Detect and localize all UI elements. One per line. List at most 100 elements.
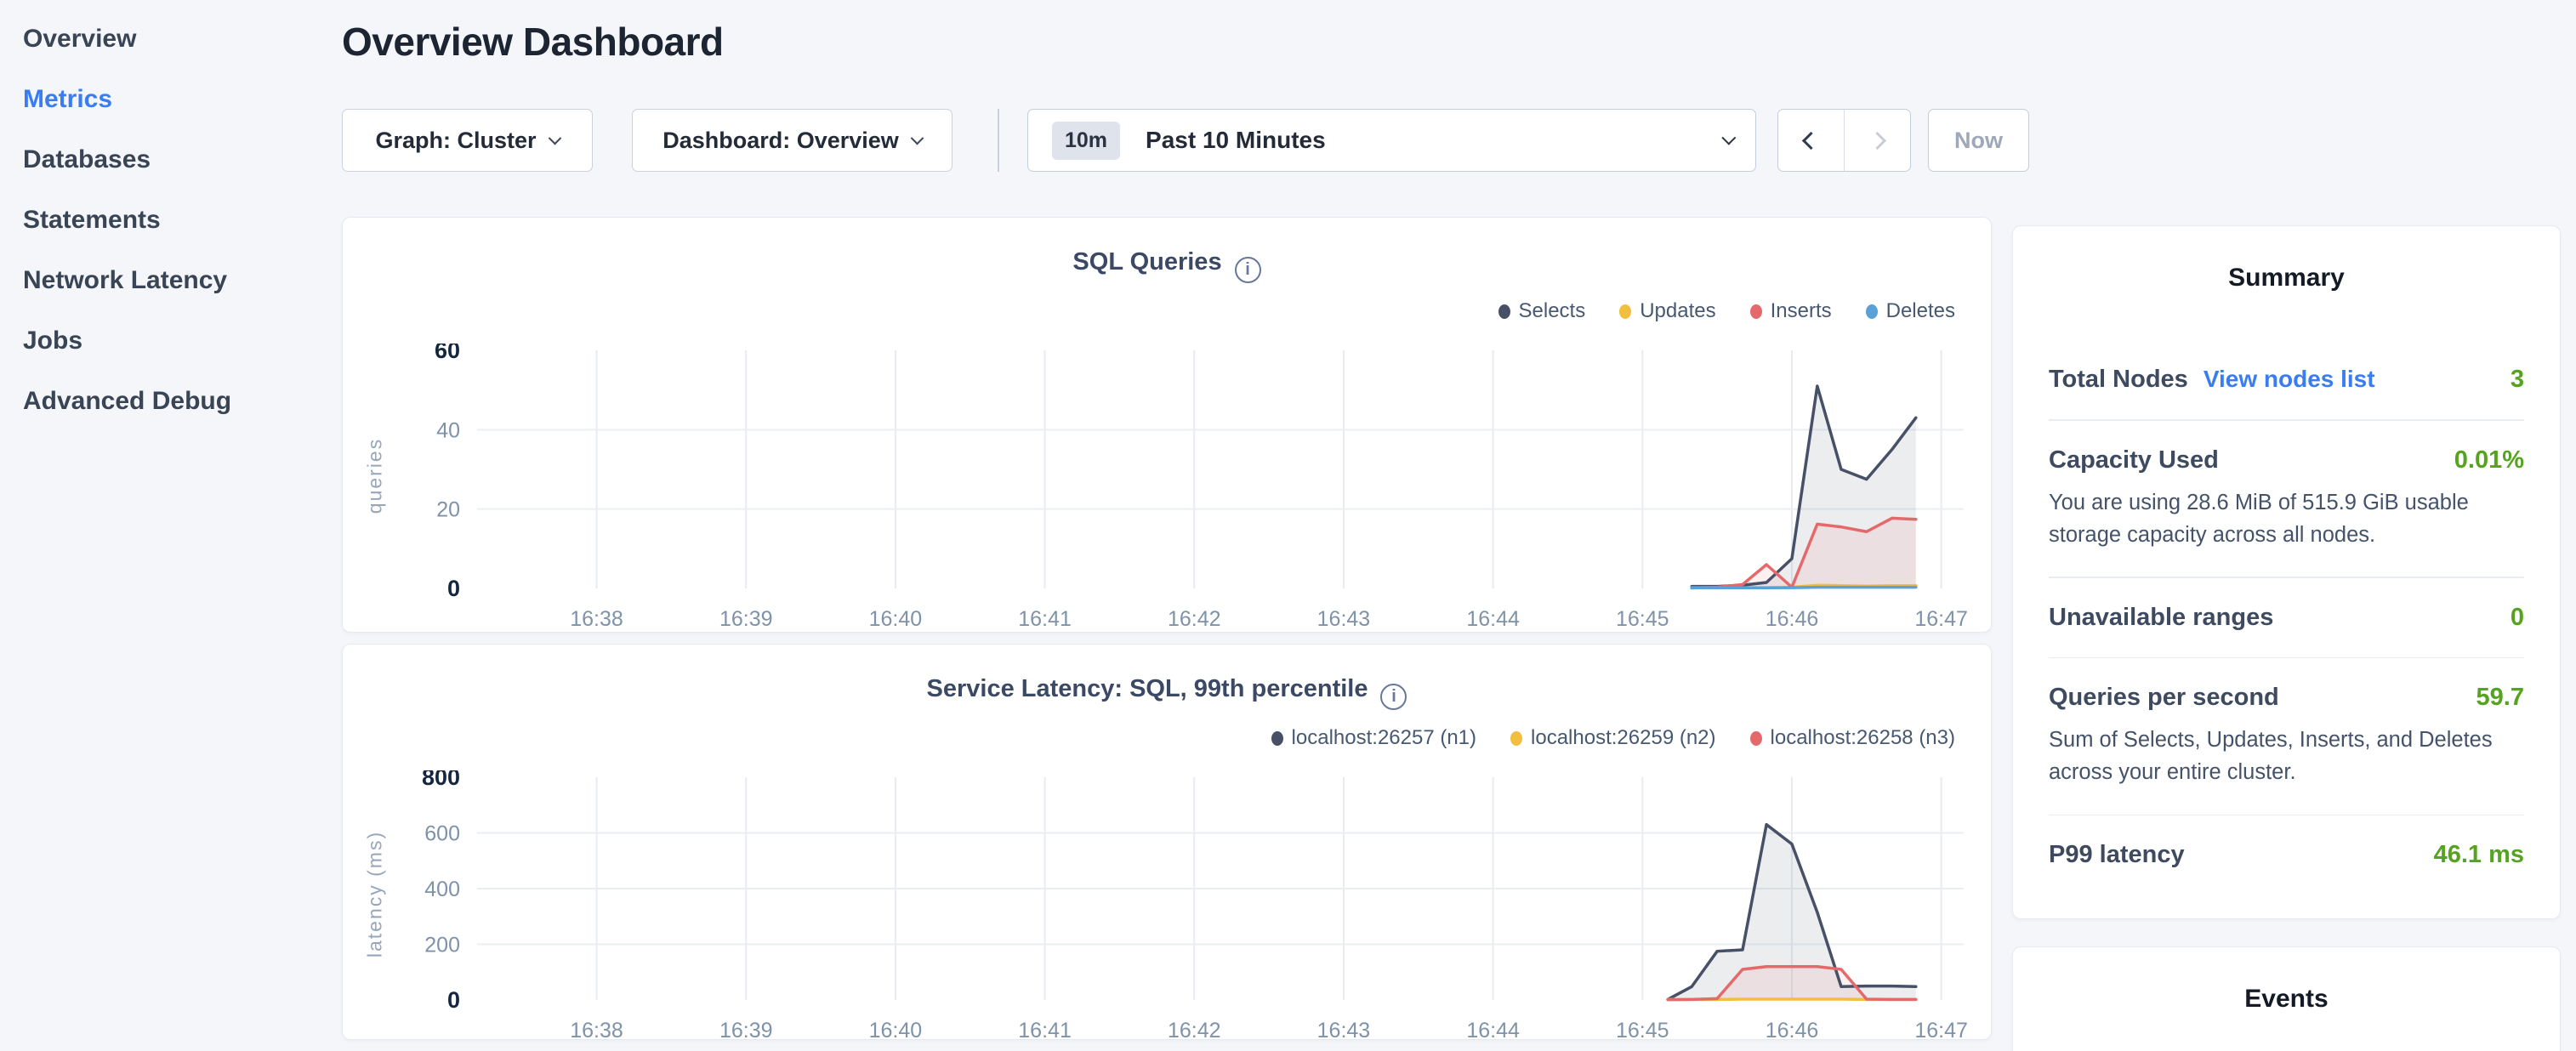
legend-dot-icon <box>1866 304 1878 319</box>
x-tick-label: 16:42 <box>1168 1019 1221 1042</box>
summary-row-label: P99 latency <box>2049 841 2185 869</box>
x-tick-label: 16:44 <box>1466 607 1520 631</box>
events-panel: Events Schema Change Completed: Schema c… <box>2012 946 2561 1051</box>
info-icon[interactable] <box>1235 257 1261 283</box>
time-range-badge: 10m <box>1052 122 1120 160</box>
view-nodes-list-link[interactable]: View nodes list <box>2204 366 2375 393</box>
sidebar-item-advanced-debug[interactable]: Advanced Debug <box>0 371 332 431</box>
summary-row-label: Queries per second <box>2049 684 2279 712</box>
y-tick-label: 0 <box>447 576 460 601</box>
summary-row-label: Unavailable ranges <box>2049 604 2273 632</box>
legend-item: Updates <box>1619 299 1715 323</box>
legend-item: Deletes <box>1866 299 1955 323</box>
summary-row-qps: Queries per second 59.7 <box>2049 684 2524 712</box>
divider <box>2049 577 2524 578</box>
sidebar-item-databases[interactable]: Databases <box>0 129 332 190</box>
summary-row-value: 46.1 ms <box>2434 841 2524 869</box>
legend-label: Inserts <box>1771 299 1832 323</box>
summary-row-unavailable-ranges: Unavailable ranges 0 <box>2049 604 2524 632</box>
x-tick-label: 16:39 <box>719 1019 773 1042</box>
time-range-selector[interactable]: 10m Past 10 Minutes <box>1027 109 1756 172</box>
chevron-left-icon <box>1802 131 1820 149</box>
x-tick-label: 16:47 <box>1914 1019 1968 1042</box>
x-tick-label: 16:44 <box>1466 1019 1520 1042</box>
x-tick-label: 16:45 <box>1616 1019 1669 1042</box>
dashboard-label: Dashboard: Overview <box>662 128 899 154</box>
legend-item: Inserts <box>1750 299 1832 323</box>
chart-legend: Selects Updates Inserts Deletes <box>1498 299 1956 323</box>
graph-scope-dropdown[interactable]: Graph: Cluster <box>342 109 593 172</box>
divider <box>2049 419 2524 421</box>
legend-item: Selects <box>1498 299 1586 323</box>
legend-dot-icon <box>1271 731 1283 746</box>
x-tick-label: 16:39 <box>719 607 773 631</box>
page-title: Overview Dashboard <box>342 19 724 65</box>
x-tick-label: 16:40 <box>869 1019 923 1042</box>
chart-title-row: Service Latency: SQL, 99th percentile <box>343 675 1991 710</box>
summary-row-value: 0.01% <box>2454 446 2524 474</box>
legend-dot-icon <box>1498 304 1510 319</box>
graph-scope-label: Graph: Cluster <box>375 128 536 154</box>
x-tick-label: 16:40 <box>869 607 923 631</box>
info-icon[interactable] <box>1380 684 1407 710</box>
legend-label: Selects <box>1519 299 1586 323</box>
sidebar-item-jobs[interactable]: Jobs <box>0 310 332 371</box>
chart-canvas: 16:38 16:39 16:40 16:41 16:42 16:43 16:44 16:45… <box>343 344 1991 633</box>
y-tick-label: 40 <box>436 418 460 442</box>
x-tick-label: 16:47 <box>1914 607 1968 631</box>
sidebar-item-network-latency[interactable]: Network Latency <box>0 250 332 310</box>
legend-label: Deletes <box>1886 299 1955 323</box>
sidebar-item-overview[interactable]: Overview <box>0 9 332 69</box>
legend-dot-icon <box>1750 731 1762 746</box>
x-tick-label: 16:41 <box>1018 607 1072 631</box>
x-tick-label: 16:46 <box>1766 1019 1819 1042</box>
now-button[interactable]: Now <box>1928 109 2029 172</box>
service-latency-chart-card: Service Latency: SQL, 99th percentile lo… <box>342 644 1992 1040</box>
chart-title-row: SQL Queries <box>343 248 1991 283</box>
legend-label: localhost:26257 (n1) <box>1292 726 1476 750</box>
x-tick-label: 16:45 <box>1616 607 1669 631</box>
y-tick-label: 800 <box>422 770 460 790</box>
y-tick-label: 200 <box>424 934 460 957</box>
x-tick-label: 16:46 <box>1766 607 1819 631</box>
x-tick-label: 16:38 <box>570 1019 623 1042</box>
legend-dot-icon <box>1510 731 1522 746</box>
legend-dot-icon <box>1750 304 1762 319</box>
time-range-label: Past 10 Minutes <box>1146 127 1326 154</box>
chart-title: SQL Queries <box>1072 248 1221 276</box>
summary-row-value: 3 <box>2511 366 2524 394</box>
x-tick-label: 16:42 <box>1168 607 1221 631</box>
chevron-right-icon <box>1868 131 1886 149</box>
sidebar-nav: OverviewMetricsDatabasesStatementsNetwor… <box>0 9 332 431</box>
legend-label: localhost:26258 (n3) <box>1771 726 1955 750</box>
chart-canvas: 16:3816:3916:4016:4116:4216:4316:4416:45… <box>343 770 1991 1044</box>
summary-row-total-nodes: Total Nodes View nodes list 3 <box>2049 366 2524 394</box>
legend-dot-icon <box>1619 304 1631 319</box>
sql-queries-chart-card: SQL Queries Selects Updates Inserts Deletes… <box>342 217 1992 633</box>
x-tick-label: 16:43 <box>1317 607 1371 631</box>
summary-heading: Summary <box>2049 264 2524 293</box>
chart-plot-area: 16:3816:3916:4016:4116:4216:4316:4416:45… <box>343 770 1991 1044</box>
y-tick-label: 400 <box>424 878 460 901</box>
x-tick-label: 16:41 <box>1018 1019 1072 1042</box>
divider <box>2049 815 2524 816</box>
summary-row-value: 59.7 <box>2476 684 2524 712</box>
x-tick-label: 16:38 <box>570 607 623 631</box>
summary-row-subtext: Sum of Selects, Updates, Inserts, and De… <box>2049 724 2524 789</box>
divider <box>2049 657 2524 659</box>
legend-item: localhost:26259 (n2) <box>1510 726 1715 750</box>
events-heading: Events <box>2049 985 2524 1014</box>
legend-label: localhost:26259 (n2) <box>1531 726 1715 750</box>
dashboard-dropdown[interactable]: Dashboard: Overview <box>632 109 952 172</box>
legend-item: localhost:26257 (n1) <box>1271 726 1476 750</box>
chart-legend: localhost:26257 (n1) localhost:26259 (n2)… <box>1271 726 1955 750</box>
y-tick-label: 600 <box>424 822 460 846</box>
legend-item: localhost:26258 (n3) <box>1750 726 1955 750</box>
summary-row-p99-latency: P99 latency 46.1 ms <box>2049 841 2524 869</box>
sidebar-item-statements[interactable]: Statements <box>0 190 332 250</box>
sidebar-item-metrics[interactable]: Metrics <box>0 69 332 129</box>
time-back-button[interactable] <box>1778 110 1844 171</box>
db-console-app: OverviewMetricsDatabasesStatementsNetwor… <box>0 0 2576 1051</box>
summary-row-subtext: You are using 28.6 MiB of 515.9 GiB usab… <box>2049 486 2524 552</box>
time-forward-button[interactable] <box>1844 110 1910 171</box>
